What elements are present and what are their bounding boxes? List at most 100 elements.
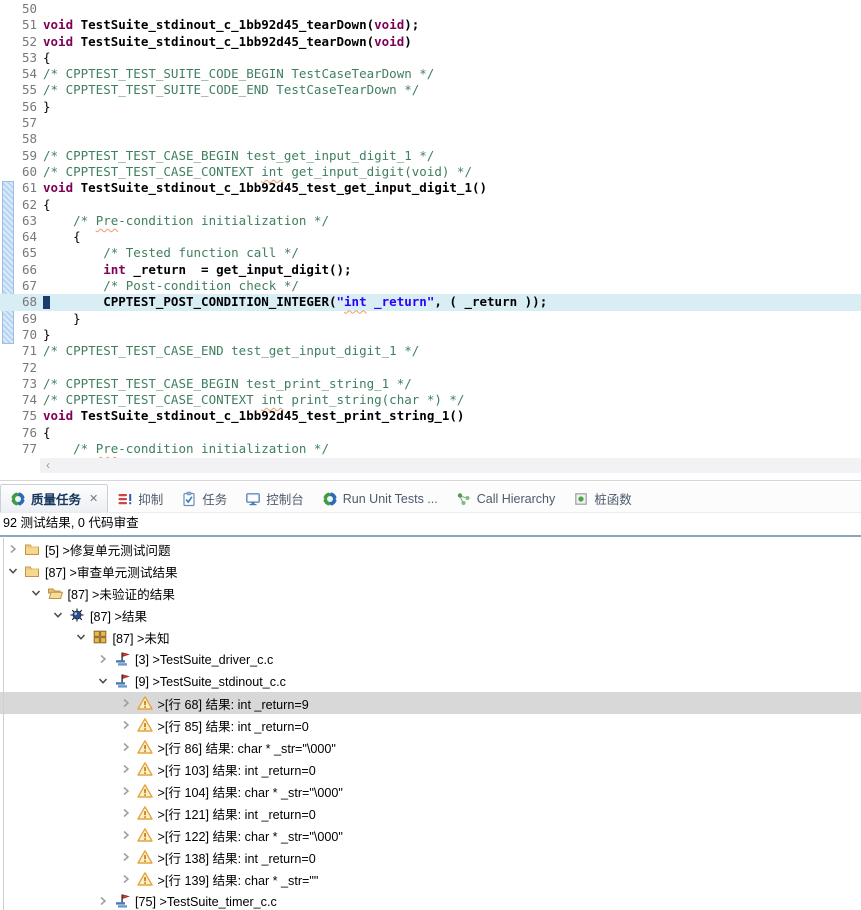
line-number[interactable]: 65 (0, 245, 43, 261)
chevron-right-icon[interactable] (119, 740, 133, 754)
line-number[interactable]: 66 (0, 262, 43, 278)
tab-console[interactable]: 控制台 (236, 485, 313, 512)
chevron-right-icon[interactable] (119, 850, 133, 864)
horizontal-scrollbar[interactable]: ‹ (40, 458, 861, 473)
tree-row[interactable]: [87] >未知 (0, 626, 861, 648)
line-number[interactable]: 59 (0, 148, 43, 164)
tree-row[interactable]: [87] >结果 (0, 604, 861, 626)
line-number[interactable]: 50 (0, 1, 43, 17)
code-text[interactable]: /* Tested function call */ (43, 245, 299, 260)
line-number[interactable]: 77 (0, 441, 43, 457)
chevron-right-icon[interactable] (96, 652, 110, 666)
line-number[interactable]: 62 (0, 197, 43, 213)
code-text[interactable]: CPPTEST_POST_CONDITION_INTEGER("int _ret… (43, 294, 547, 309)
tree-row[interactable]: >[行 138] 结果: int _return=0 (0, 846, 861, 868)
tree-row[interactable]: >[行 139] 结果: char * _str="" (0, 868, 861, 890)
tab-tasks[interactable]: 任务 (172, 485, 236, 512)
chevron-right-icon[interactable] (96, 894, 110, 908)
tree-row-label: [87] >未验证的结果 (68, 583, 175, 603)
summary-tree-sash[interactable] (0, 535, 861, 537)
code-text[interactable]: /* CPPTEST_TEST_CASE_END test_get_input_… (43, 343, 419, 358)
chevron-down-icon[interactable] (96, 674, 110, 688)
line-number[interactable]: 76 (0, 425, 43, 441)
code-text[interactable]: } (43, 99, 51, 114)
tree-row[interactable]: >[行 85] 结果: int _return=0 (0, 714, 861, 736)
chevron-down-icon[interactable] (6, 564, 20, 578)
chevron-right-icon[interactable] (119, 806, 133, 820)
tree-row[interactable]: >[行 68] 结果: int _return=9 (0, 692, 861, 714)
code-text[interactable]: void TestSuite_stdinout_c_1bb92d45_test_… (43, 408, 464, 423)
line-number[interactable]: 57 (0, 115, 43, 131)
line-number[interactable]: 53 (0, 50, 43, 66)
code-text[interactable]: /* CPPTEST_TEST_CASE_CONTEXT int print_s… (43, 392, 464, 407)
line-number[interactable]: 67 (0, 278, 43, 294)
line-number[interactable]: 63 (0, 213, 43, 229)
code-text[interactable]: /* Post-condition check */ (43, 278, 299, 293)
code-text[interactable]: { (43, 229, 81, 244)
tree-row[interactable]: >[行 103] 结果: int _return=0 (0, 758, 861, 780)
code-text[interactable]: { (43, 425, 51, 440)
chevron-down-icon[interactable] (74, 630, 88, 644)
line-number[interactable]: 58 (0, 131, 43, 147)
line-number[interactable]: 73 (0, 376, 43, 392)
chevron-right-icon[interactable] (119, 828, 133, 842)
line-number[interactable]: 52 (0, 34, 43, 50)
line-number[interactable]: 55 (0, 82, 43, 98)
line-number[interactable]: 51 (0, 17, 43, 33)
code-text[interactable]: /* CPPTEST_TEST_SUITE_CODE_BEGIN TestCas… (43, 66, 434, 81)
code-text[interactable]: } (43, 311, 81, 326)
code-editor[interactable]: 5051void TestSuite_stdinout_c_1bb92d45_t… (0, 0, 861, 458)
code-text[interactable]: void TestSuite_stdinout_c_1bb92d45_tearD… (43, 34, 412, 49)
tree-row[interactable]: [9] >TestSuite_stdinout_c.c (0, 670, 861, 692)
tree-row[interactable]: >[行 86] 结果: char * _str="\000" (0, 736, 861, 758)
line-number[interactable]: 75 (0, 408, 43, 424)
code-text[interactable]: int _return = get_input_digit(); (43, 262, 352, 277)
code-token: /* CPPTEST_TEST_CASE_BEGIN test_print_st… (43, 376, 412, 391)
line-number[interactable]: 54 (0, 66, 43, 82)
line-number[interactable]: 74 (0, 392, 43, 408)
code-text[interactable]: /* CPPTEST_TEST_CASE_CONTEXT int get_inp… (43, 164, 472, 179)
tree-row[interactable]: [87] >审查单元测试结果 (0, 560, 861, 582)
code-text[interactable]: { (43, 197, 51, 212)
scroll-left-icon[interactable]: ‹ (40, 458, 50, 473)
tree-row[interactable]: >[行 122] 结果: char * _str="\000" (0, 824, 861, 846)
code-text[interactable]: /* CPPTEST_TEST_SUITE_CODE_END TestCaseT… (43, 82, 419, 97)
chevron-down-icon[interactable] (51, 608, 65, 622)
chevron-right-icon[interactable] (119, 784, 133, 798)
tree-row[interactable]: >[行 104] 结果: char * _str="\000" (0, 780, 861, 802)
chevron-right-icon[interactable] (119, 872, 133, 886)
tab-suppressions[interactable]: 抑制 (108, 485, 172, 512)
line-number[interactable]: 61 (0, 180, 43, 196)
tree-row[interactable]: [3] >TestSuite_driver_c.c (0, 648, 861, 670)
line-number[interactable]: 69 (0, 311, 43, 327)
tab-quality-tasks[interactable]: 质量任务✕ (0, 484, 108, 512)
code-text[interactable]: void TestSuite_stdinout_c_1bb92d45_tearD… (43, 17, 419, 32)
chevron-down-icon[interactable] (29, 586, 43, 600)
line-number[interactable]: 72 (0, 360, 43, 376)
code-text[interactable]: /* CPPTEST_TEST_CASE_BEGIN test_get_inpu… (43, 148, 434, 163)
tree-row[interactable]: [75] >TestSuite_timer_c.c (0, 890, 861, 910)
code-text[interactable]: void TestSuite_stdinout_c_1bb92d45_test_… (43, 180, 487, 195)
chevron-right-icon[interactable] (119, 696, 133, 710)
tab-stub-functions[interactable]: 桩函数 (564, 485, 641, 512)
code-text[interactable]: /* CPPTEST_TEST_CASE_BEGIN test_print_st… (43, 376, 412, 391)
line-number[interactable]: 60 (0, 164, 43, 180)
tab-run-unit-tests[interactable]: Run Unit Tests ... (313, 485, 447, 512)
line-number[interactable]: 64 (0, 229, 43, 245)
chevron-right-icon[interactable] (119, 762, 133, 776)
tree-row[interactable]: >[行 121] 结果: int _return=0 (0, 802, 861, 824)
tree-row[interactable]: [87] >未验证的结果 (0, 582, 861, 604)
tab-call-hierarchy[interactable]: Call Hierarchy (447, 485, 565, 512)
line-number[interactable]: 71 (0, 343, 43, 359)
tree-row[interactable]: [5] >修复单元测试问题 (0, 538, 861, 560)
code-text[interactable]: { (43, 50, 51, 65)
chevron-right-icon[interactable] (119, 718, 133, 732)
chevron-right-icon[interactable] (6, 542, 20, 556)
line-number[interactable]: 68 (0, 294, 43, 310)
code-text[interactable]: /* Pre-condition initialization */ (43, 441, 329, 456)
code-text[interactable]: } (43, 327, 51, 342)
line-number[interactable]: 56 (0, 99, 43, 115)
line-number[interactable]: 70 (0, 327, 43, 343)
close-icon[interactable]: ✕ (89, 492, 98, 505)
code-text[interactable]: /* Pre-condition initialization */ (43, 213, 329, 228)
